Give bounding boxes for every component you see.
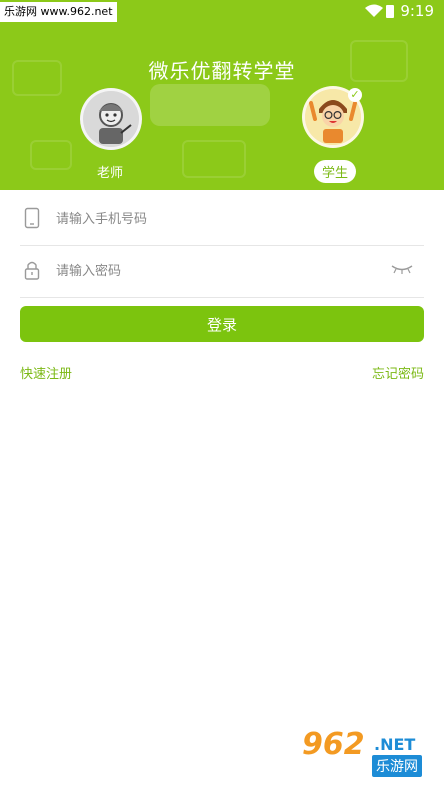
logo-number: 962 [302,727,365,762]
forgot-password-link[interactable]: 忘记密码 [372,363,424,382]
phone-input[interactable] [54,203,378,235]
wifi-icon [365,4,383,17]
logo-cn: 乐游网 [372,755,422,777]
role-teacher-label[interactable]: 老师 [97,162,123,181]
logo-domain: .NET [374,735,416,754]
battery-icon [386,5,394,18]
password-row [20,245,424,298]
lock-icon [24,261,40,280]
teacher-avatar[interactable] [80,88,142,150]
status-bar: 乐游网 www.962.net 9:19 [0,0,444,24]
decor-book [182,140,246,178]
selected-check-icon: ✓ [348,88,362,102]
clock: 9:19 [400,2,434,20]
phone-row [20,193,424,246]
role-student-label[interactable]: 学生 [314,160,357,183]
header-banner: 乐游网 www.962.net 9:19 微乐优翻转学堂 老师 ✓ 学生 [0,0,444,190]
password-input[interactable] [54,255,378,287]
eye-closed-icon[interactable] [390,263,414,275]
site-watermark: 乐游网 www.962.net [0,2,117,22]
teacher-illustration [83,91,139,147]
phone-icon [24,207,40,229]
decor-screen [150,84,270,126]
register-link[interactable]: 快速注册 [20,363,72,382]
site-logo-watermark: 962 .NET 乐游网 [302,727,434,781]
decor-book-2 [30,140,72,170]
app-title: 微乐优翻转学堂 [148,59,296,83]
login-button[interactable]: 登录 [20,306,424,342]
